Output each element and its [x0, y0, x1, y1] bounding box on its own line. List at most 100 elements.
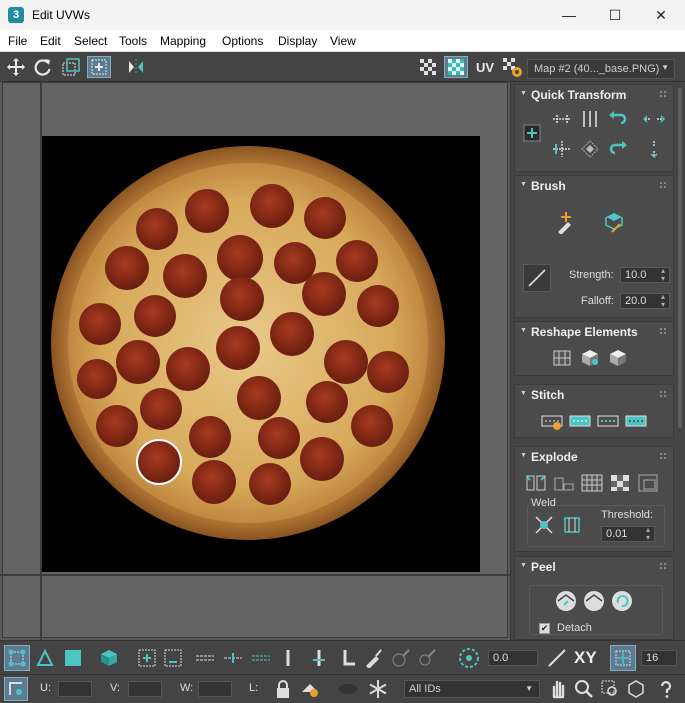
zoom-icon[interactable] — [572, 677, 596, 701]
lock-icon[interactable] — [272, 677, 294, 701]
stitch-to-target-icon[interactable] — [567, 409, 593, 433]
u-field[interactable] — [58, 681, 92, 697]
grip-icon[interactable] — [659, 181, 667, 189]
grip-icon[interactable] — [659, 90, 667, 98]
grow-ring-icon[interactable] — [306, 645, 332, 671]
weld-target-icon[interactable] — [559, 513, 585, 537]
snap-icon[interactable] — [610, 645, 636, 671]
grip-icon[interactable] — [659, 452, 667, 460]
menu-view[interactable]: View — [330, 34, 356, 48]
mirror-icon[interactable] — [124, 56, 148, 78]
rotate-ccw-icon[interactable] — [605, 107, 631, 131]
help-icon[interactable] — [654, 677, 678, 701]
align-to-edge-icon[interactable] — [549, 137, 575, 161]
relax-brush-icon[interactable] — [601, 210, 627, 234]
xy-axis-toggle[interactable]: XY — [574, 648, 597, 668]
absolute-offset-icon[interactable] — [4, 677, 28, 701]
threshold-spinner[interactable]: 0.01 — [601, 526, 655, 542]
reset-peel-icon[interactable] — [609, 589, 635, 613]
flatten-by-polygon-icon[interactable] — [579, 471, 605, 495]
rotate-icon[interactable] — [31, 56, 55, 78]
edge-mode-icon[interactable] — [32, 645, 58, 671]
close-button[interactable]: ✕ — [638, 0, 684, 30]
menu-mapping[interactable]: Mapping — [160, 34, 206, 48]
zoom-extents-icon[interactable] — [624, 677, 648, 701]
align-vertical-icon[interactable] — [577, 107, 603, 131]
falloff-curve-icon[interactable] — [523, 264, 551, 292]
move-icon[interactable] — [4, 56, 28, 78]
stitch-to-source-icon[interactable] — [623, 409, 649, 433]
ring-select-icon[interactable] — [278, 645, 298, 671]
soft-selection-icon[interactable] — [456, 645, 482, 671]
space-horizontal-icon[interactable] — [641, 107, 667, 131]
menu-options[interactable]: Options — [222, 34, 263, 48]
id-filter-dropdown[interactable]: All IDs ▼ — [404, 680, 540, 698]
scale-icon[interactable] — [59, 56, 83, 78]
menu-select[interactable]: Select — [74, 34, 107, 48]
grow-loop-icon[interactable] — [220, 645, 246, 671]
shrink-selection-icon[interactable] — [160, 645, 186, 671]
hide-icon[interactable] — [334, 677, 362, 701]
show-map-icon[interactable] — [444, 56, 468, 78]
break-icon[interactable] — [523, 471, 549, 495]
quick-transform-header[interactable]: Quick Transform — [515, 85, 673, 105]
detach-edge-icon[interactable] — [551, 471, 577, 495]
pan-hand-icon[interactable] — [546, 677, 570, 701]
straighten-selection-icon[interactable] — [549, 346, 575, 370]
brush-header[interactable]: Brush — [515, 176, 673, 196]
peel-mode-icon[interactable] — [581, 589, 607, 613]
stitch-custom-icon[interactable] — [539, 409, 565, 433]
weld-selected-icon[interactable] — [531, 513, 557, 537]
menu-tools[interactable]: Tools — [119, 34, 147, 48]
vertex-mode-icon[interactable] — [4, 645, 30, 671]
minimize-button[interactable]: — — [546, 0, 592, 30]
element-mode-icon[interactable] — [96, 645, 122, 671]
stitch-header[interactable]: Stitch — [515, 385, 673, 405]
rotation-angle-field[interactable]: 0.0 — [488, 650, 538, 666]
texture-map[interactable] — [42, 136, 480, 572]
strength-spinner[interactable]: 10.0 — [620, 267, 670, 283]
zoom-region-icon[interactable] — [598, 677, 622, 701]
menu-display[interactable]: Display — [278, 34, 317, 48]
explode-header[interactable]: Explode — [515, 447, 673, 467]
enlarge-brush-icon[interactable] — [388, 645, 414, 671]
menu-file[interactable]: File — [8, 34, 27, 48]
map-settings-icon[interactable] — [500, 56, 524, 78]
rotate-cw-icon[interactable] — [605, 137, 631, 161]
stitch-average-icon[interactable] — [595, 409, 621, 433]
v-field[interactable] — [128, 681, 162, 697]
polygon-mode-icon[interactable] — [60, 645, 86, 671]
grip-icon[interactable] — [659, 562, 667, 570]
menu-edit[interactable]: Edit — [40, 34, 61, 48]
flatten-by-material-icon[interactable] — [635, 471, 661, 495]
paint-move-icon[interactable] — [553, 210, 579, 234]
shrink-ring-icon[interactable] — [334, 645, 360, 671]
panel-scrollbar[interactable] — [678, 88, 682, 428]
loop-select-icon[interactable] — [192, 645, 218, 671]
uv-toggle[interactable]: UV — [473, 56, 497, 78]
align-horizontal-icon[interactable] — [549, 107, 575, 131]
straighten-icon[interactable] — [577, 137, 603, 161]
peel-header[interactable]: Peel — [515, 557, 673, 577]
grip-icon[interactable] — [659, 390, 667, 398]
map-dropdown[interactable]: Map #2 (40..._base.PNG) ▼ — [527, 59, 675, 79]
detach-checkbox[interactable]: ✔ — [539, 623, 550, 634]
maximize-button[interactable]: ☐ — [592, 0, 638, 30]
space-vertical-icon[interactable] — [641, 137, 667, 161]
relax-icon[interactable] — [577, 346, 603, 370]
shrink-loop-icon[interactable] — [248, 645, 274, 671]
freeform-mode-icon[interactable] — [87, 56, 111, 78]
uv-editor-viewport[interactable] — [0, 82, 510, 640]
show-hidden-icon[interactable] — [298, 677, 324, 701]
falloff-spinner[interactable]: 20.0 — [620, 293, 670, 309]
paint-select-icon[interactable] — [360, 645, 386, 671]
flatten-by-smoothing-icon[interactable] — [607, 471, 633, 495]
quick-peel-icon[interactable] — [553, 589, 579, 613]
w-field[interactable] — [198, 681, 232, 697]
checker-icon[interactable] — [416, 56, 440, 78]
relax-polygons-icon[interactable] — [605, 346, 631, 370]
grow-selection-icon[interactable] — [134, 645, 160, 671]
zoom-field[interactable]: 16 — [641, 650, 677, 666]
freeze-icon[interactable] — [365, 677, 391, 701]
shrink-brush-icon[interactable] — [414, 645, 440, 671]
